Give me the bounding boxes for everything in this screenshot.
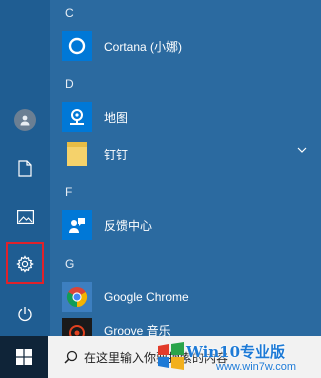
chrome-icon	[62, 282, 92, 312]
list-item-groove-music[interactable]: Groove 音乐	[62, 316, 321, 336]
list-item-google-chrome[interactable]: Google Chrome	[62, 279, 321, 315]
start-menu-rail	[0, 0, 50, 336]
list-item-maps[interactable]: 地图	[62, 99, 321, 135]
group-letter-f[interactable]: F	[65, 185, 72, 199]
group-letter-c[interactable]: C	[65, 6, 74, 20]
user-account-button[interactable]	[0, 98, 50, 142]
watermark: Win10专业版 www.win7w.com	[156, 339, 321, 377]
group-letter-d[interactable]: D	[65, 77, 74, 91]
search-icon	[64, 350, 78, 364]
documents-button[interactable]	[0, 146, 50, 190]
list-item-feedback-hub[interactable]: 反馈中心	[62, 207, 321, 243]
app-label: 反馈中心	[104, 218, 153, 233]
settings-highlight-box	[6, 242, 44, 284]
list-item-dingtalk-folder[interactable]: 钉钉	[62, 136, 321, 172]
documents-icon	[18, 159, 32, 177]
groove-music-icon	[62, 318, 92, 336]
win10-logo-icon	[158, 342, 184, 370]
feedback-hub-icon	[62, 210, 92, 240]
cortana-icon	[62, 31, 92, 61]
group-letter-g[interactable]: G	[65, 257, 74, 271]
app-label: 钉钉	[104, 147, 129, 162]
pictures-icon	[16, 210, 34, 224]
chevron-down-icon[interactable]	[297, 147, 307, 154]
power-button[interactable]	[0, 292, 50, 336]
app-label: 地图	[104, 110, 129, 125]
windows-logo-icon	[16, 349, 32, 365]
list-item-cortana[interactable]: Cortana (小娜)	[62, 28, 321, 64]
watermark-title: Win10专业版	[186, 343, 286, 361]
folder-icon	[62, 139, 92, 169]
user-icon	[14, 109, 36, 131]
app-label: Groove 音乐	[104, 324, 171, 336]
app-label: Google Chrome	[104, 290, 189, 304]
pictures-button[interactable]	[0, 195, 50, 239]
power-icon	[18, 307, 32, 322]
watermark-url: www.win7w.com	[216, 361, 297, 373]
app-label: Cortana (小娜)	[104, 39, 183, 54]
app-list: C Cortana (小娜) D 地图 钉钉 F 反馈中心 G Google C…	[50, 0, 321, 336]
maps-icon	[62, 102, 92, 132]
start-button[interactable]	[0, 336, 48, 378]
